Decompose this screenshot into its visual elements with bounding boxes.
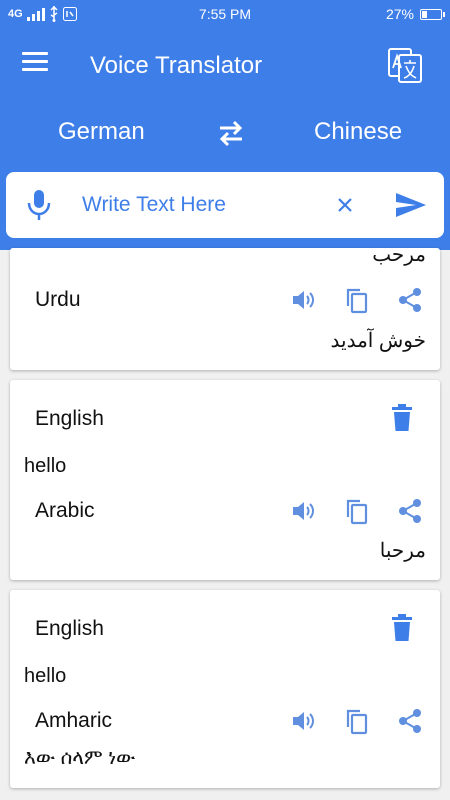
source-text: مرحب xyxy=(372,248,426,266)
translation-card: مرحب Urdu خوش آمدید xyxy=(10,248,440,370)
translated-text: خوش آمدید xyxy=(330,330,427,352)
translate-icon[interactable] xyxy=(386,46,424,84)
send-icon[interactable] xyxy=(394,188,428,222)
status-right-group: 27% xyxy=(385,6,445,22)
source-language-label: English xyxy=(35,617,104,640)
target-language-button[interactable]: Chinese xyxy=(314,118,402,146)
battery-icon xyxy=(420,8,445,20)
copy-icon[interactable] xyxy=(343,497,371,525)
delete-icon[interactable] xyxy=(390,614,414,642)
delete-icon[interactable] xyxy=(390,404,414,432)
input-card xyxy=(6,172,444,238)
status-bar: 4G 7:55 PM 27% xyxy=(0,0,450,30)
translated-text: مرحبا xyxy=(379,540,426,562)
speaker-icon[interactable] xyxy=(290,497,318,525)
translated-text: እው ሰላም ነው xyxy=(24,747,136,769)
speaker-icon[interactable] xyxy=(290,707,318,735)
battery-percent: 27% xyxy=(385,6,414,22)
app-bar: Voice Translator xyxy=(0,30,450,100)
target-language-label: Arabic xyxy=(35,499,95,522)
translation-card: English hello Arabic مرحبا xyxy=(10,380,440,580)
share-icon[interactable] xyxy=(396,497,424,525)
menu-icon[interactable] xyxy=(22,52,48,76)
text-input[interactable] xyxy=(82,186,322,224)
app-title: Voice Translator xyxy=(90,52,263,79)
swap-icon[interactable] xyxy=(214,116,248,150)
target-language-label: Urdu xyxy=(35,288,81,311)
share-icon[interactable] xyxy=(396,286,424,314)
speaker-icon[interactable] xyxy=(290,286,318,314)
close-icon[interactable] xyxy=(332,192,358,218)
share-icon[interactable] xyxy=(396,707,424,735)
battery-level xyxy=(422,10,427,18)
copy-icon[interactable] xyxy=(343,707,371,735)
source-text: hello xyxy=(24,665,67,687)
mic-icon[interactable] xyxy=(26,189,52,221)
source-text: hello xyxy=(24,455,67,477)
status-time: 7:55 PM xyxy=(198,6,252,22)
language-bar: German Chinese xyxy=(0,100,450,166)
source-language-button[interactable]: German xyxy=(58,118,145,146)
target-language-label: Amharic xyxy=(35,709,113,732)
copy-icon[interactable] xyxy=(343,286,371,314)
source-language-label: English xyxy=(35,407,104,430)
input-band xyxy=(0,166,450,250)
translation-card: English hello Amharic እው ሰላም ነው xyxy=(10,590,440,788)
